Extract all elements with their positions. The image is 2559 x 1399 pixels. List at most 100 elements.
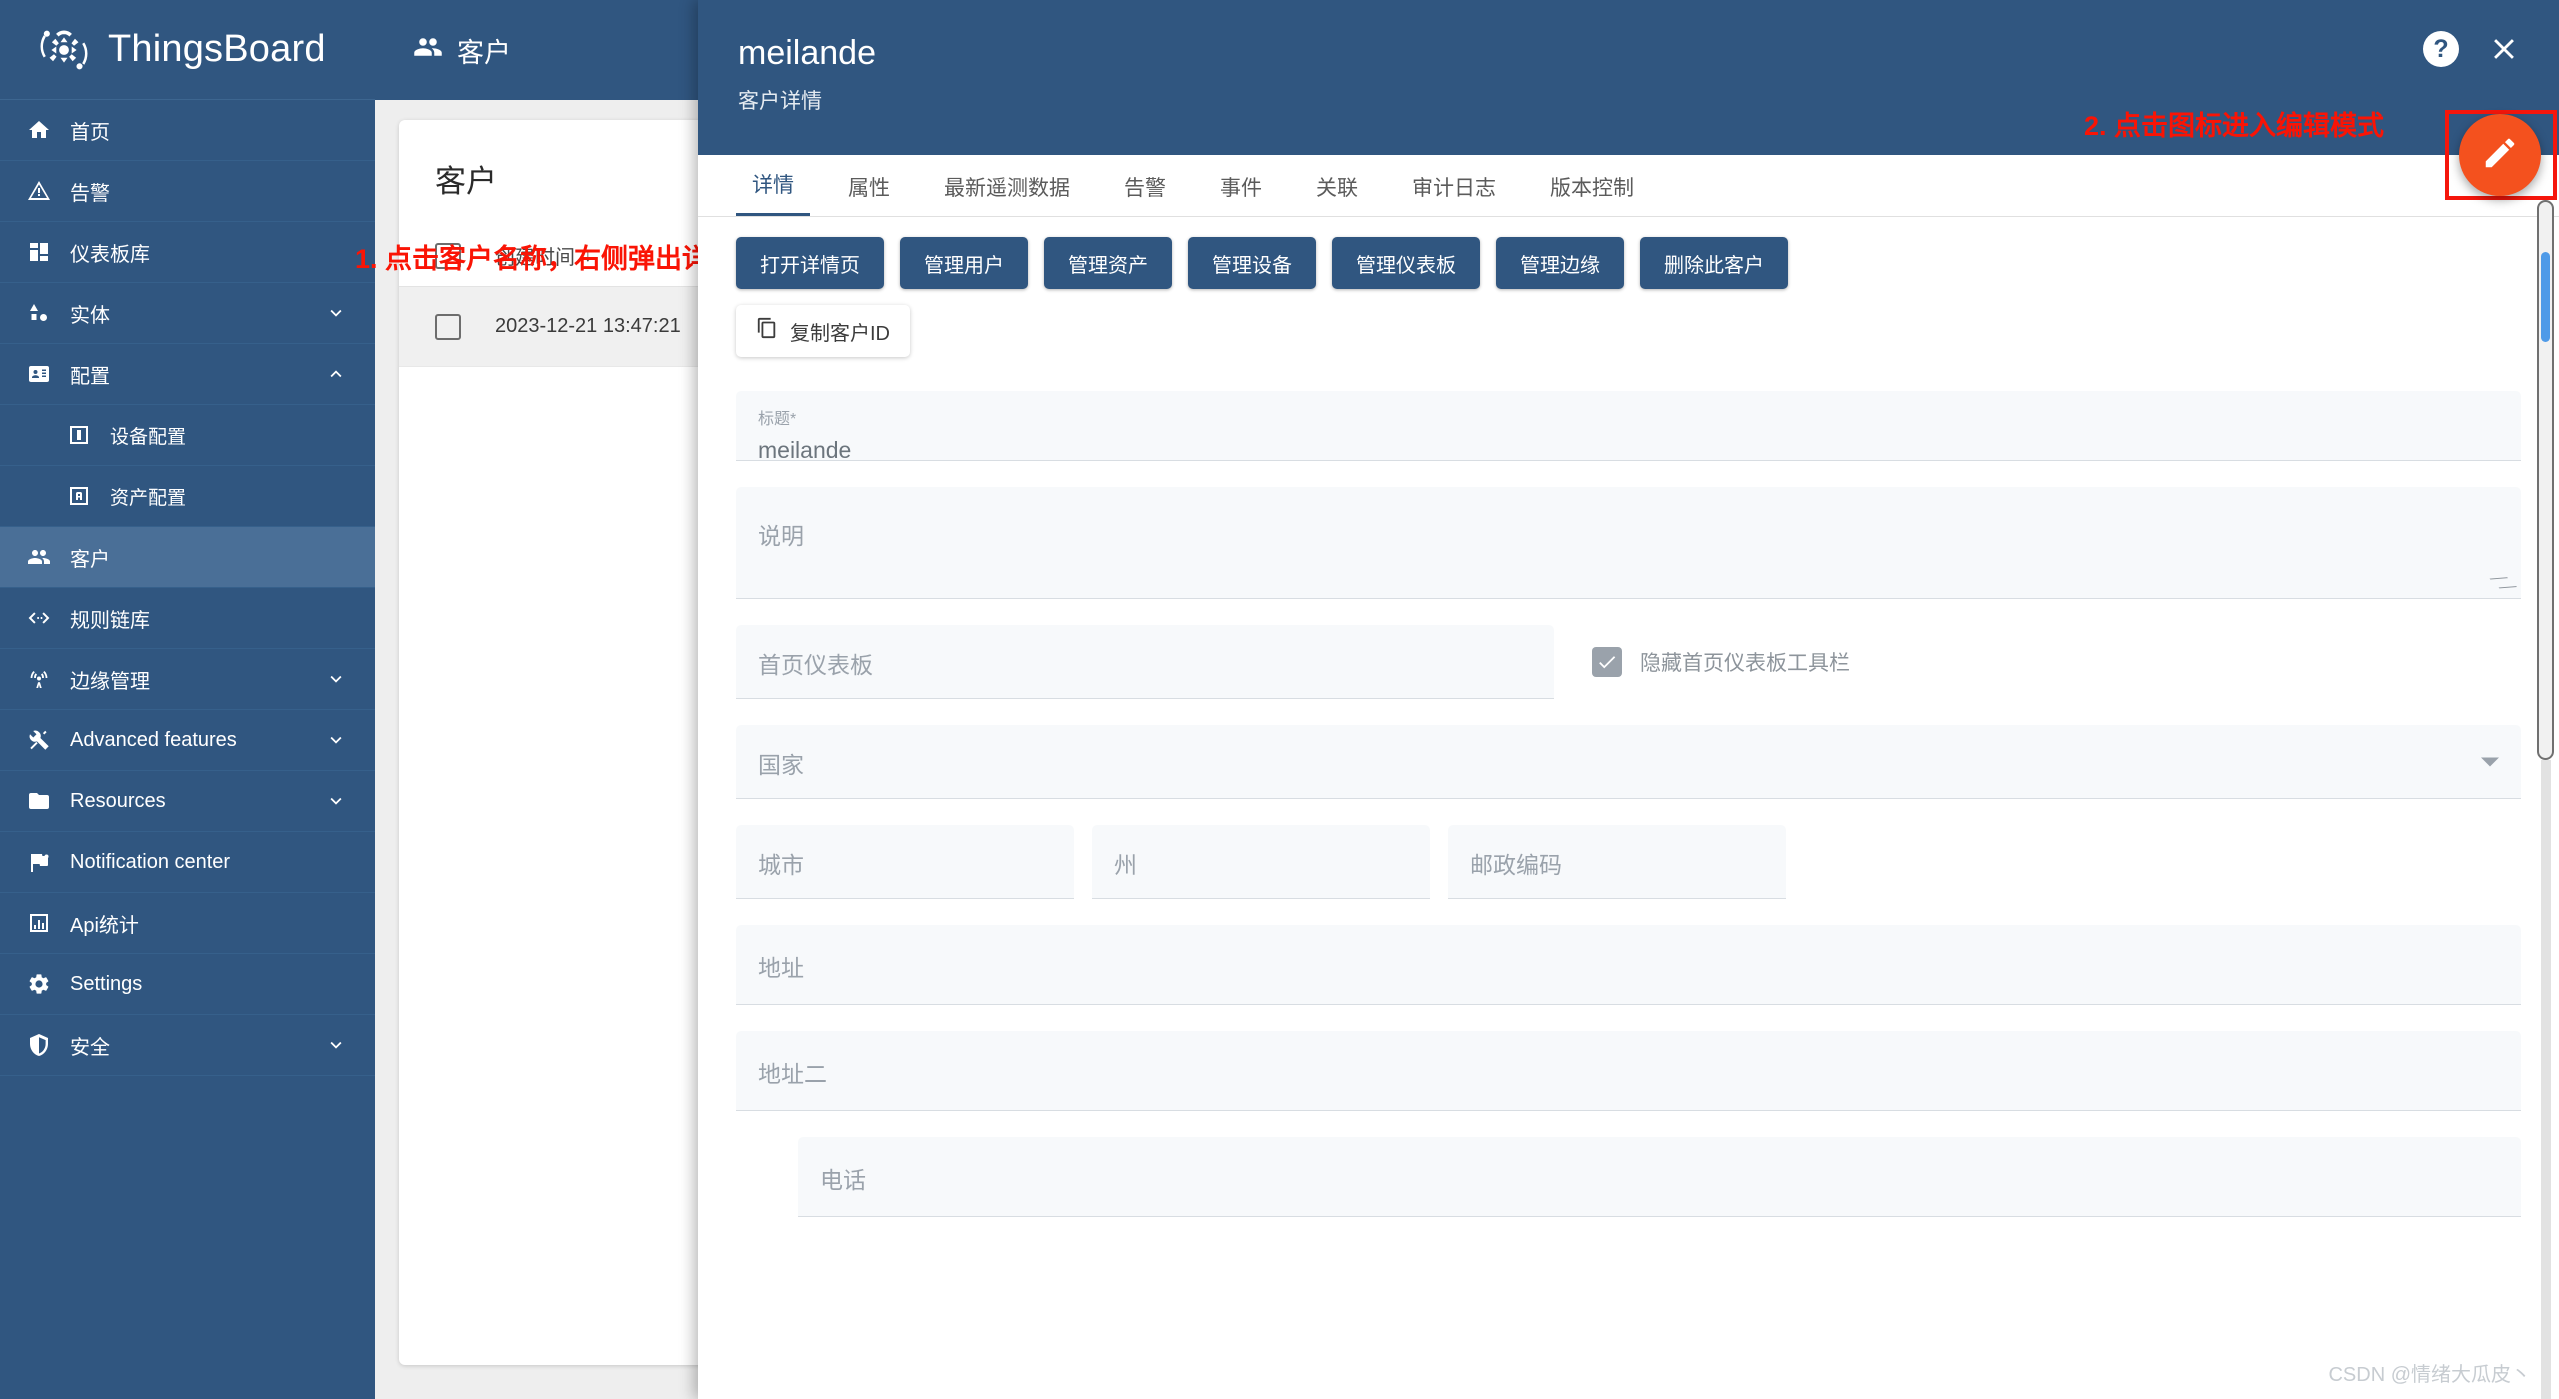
brand-name: ThingsBoard bbox=[108, 28, 326, 70]
hide-toolbar-label: 隐藏首页仪表板工具栏 bbox=[1640, 652, 1850, 675]
sidebar-nav-list: 首页 告警 仪表板库 实体配置设备配置资产配置客户规则链库边缘管理 Advanced f… bbox=[0, 100, 375, 1076]
city-placeholder: 城市 bbox=[758, 851, 804, 878]
sidebar-item-告警[interactable]: 告警 bbox=[0, 161, 375, 222]
sidebar-item-设备配置[interactable]: 设备配置 bbox=[0, 405, 375, 466]
sidebar-item-客户[interactable]: 客户 bbox=[0, 527, 375, 588]
chevron-down-icon[interactable] bbox=[2481, 757, 2499, 766]
panel-action-button-1[interactable]: 管理用户 bbox=[900, 237, 1028, 289]
panel-action-button-2[interactable]: 管理资产 bbox=[1044, 237, 1172, 289]
panel-action-button-4[interactable]: 管理仪表板 bbox=[1332, 237, 1480, 289]
tab-1[interactable]: 属性 bbox=[832, 172, 906, 216]
sidebar-item-边缘管理[interactable]: 边缘管理 bbox=[0, 649, 375, 710]
state-placeholder: 州 bbox=[1114, 851, 1137, 878]
sidebar-item-配置[interactable]: 配置 bbox=[0, 344, 375, 405]
close-icon[interactable] bbox=[2485, 30, 2523, 68]
sidebar-item-settings[interactable]: Settings bbox=[0, 954, 375, 1015]
sidebar-item-advanced-features[interactable]: Advanced features bbox=[0, 710, 375, 771]
tab-2[interactable]: 最新遥测数据 bbox=[928, 172, 1086, 216]
chevron-down-icon[interactable] bbox=[325, 1034, 347, 1056]
chevron-down-icon[interactable] bbox=[325, 668, 347, 690]
panel-action-button-0[interactable]: 打开详情页 bbox=[736, 237, 884, 289]
phone-placeholder: 电话 bbox=[820, 1166, 866, 1193]
dashboard-row: 首页仪表板 隐藏首页仪表板工具栏 bbox=[736, 625, 2521, 699]
address2-field[interactable]: 地址二 bbox=[736, 1031, 2521, 1111]
city-field[interactable]: 城市 bbox=[736, 825, 1074, 899]
customers-people-icon bbox=[26, 544, 52, 570]
address2-placeholder: 地址二 bbox=[758, 1060, 827, 1087]
title-field[interactable]: 标题* meilande bbox=[736, 391, 2521, 463]
watermark: CSDN @情绪大瓜皮丶 bbox=[2328, 1364, 2531, 1386]
sidebar-item-api统计[interactable]: Api统计 bbox=[0, 893, 375, 954]
tab-3[interactable]: 告警 bbox=[1108, 172, 1182, 216]
tab-5[interactable]: 关联 bbox=[1300, 172, 1374, 216]
tab-4[interactable]: 事件 bbox=[1204, 172, 1278, 216]
sidebar-item-label: Settings bbox=[70, 972, 143, 995]
sidebar-item-label: Resources bbox=[70, 789, 166, 812]
sidebar-item-notification-center[interactable]: Notification center bbox=[0, 832, 375, 893]
chevron-down-icon[interactable] bbox=[325, 302, 347, 324]
brand-header[interactable]: ThingsBoard bbox=[0, 0, 375, 100]
sidebar-item-首页[interactable]: 首页 bbox=[0, 100, 375, 161]
tab-7[interactable]: 版本控制 bbox=[1534, 172, 1650, 216]
panel-action-button-6[interactable]: 删除此客户 bbox=[1640, 237, 1788, 289]
chevron-up-icon[interactable] bbox=[325, 363, 347, 385]
sidebar-item-label: 规则链库 bbox=[70, 609, 150, 632]
chevron-down-icon[interactable] bbox=[325, 729, 347, 751]
sidebar-item-resources[interactable]: Resources bbox=[0, 771, 375, 832]
sidebar-item-label: 设备配置 bbox=[110, 426, 187, 448]
home-icon bbox=[26, 117, 52, 143]
panel-title: meilande bbox=[738, 34, 876, 72]
annotation-step-1: 1. 点击客户名称，右侧弹出详情 bbox=[355, 244, 737, 274]
copy-customer-id-button[interactable]: 复制客户ID bbox=[736, 305, 910, 357]
sidebar-item-label: 资产配置 bbox=[110, 487, 187, 509]
country-select-field[interactable]: 国家 bbox=[736, 725, 2521, 799]
city-state-zip-row: 城市 州 邮政编码 bbox=[736, 825, 2521, 899]
dashboard-grid-icon bbox=[26, 239, 52, 265]
entities-shapes-icon bbox=[26, 300, 52, 326]
description-field[interactable]: 说明 ⟋⟋ bbox=[736, 487, 2521, 599]
sidebar-item-label: 边缘管理 bbox=[70, 670, 150, 693]
zip-field[interactable]: 邮政编码 bbox=[1448, 825, 1786, 899]
phone-field[interactable]: 电话 bbox=[798, 1137, 2521, 1217]
asset-profile-icon bbox=[66, 483, 92, 509]
device-profile-icon bbox=[66, 422, 92, 448]
profile-card-icon bbox=[26, 361, 52, 387]
home-dashboard-field[interactable]: 首页仪表板 bbox=[736, 625, 1554, 699]
sidebar-item-label: Notification center bbox=[70, 850, 231, 873]
sidebar-item-label: Api统计 bbox=[70, 914, 139, 937]
resize-handle-icon[interactable]: ⟋⟋ bbox=[2486, 567, 2519, 600]
title-field-value: meilande bbox=[758, 437, 852, 463]
copy-clipboard-icon bbox=[756, 317, 778, 345]
panel-scrollbar[interactable] bbox=[2537, 200, 2554, 760]
panel-scrollbar-thumb[interactable] bbox=[2541, 252, 2550, 342]
address-field[interactable]: 地址 bbox=[736, 925, 2521, 1005]
state-field[interactable]: 州 bbox=[1092, 825, 1430, 899]
hide-toolbar-checkbox-row[interactable]: 隐藏首页仪表板工具栏 bbox=[1572, 625, 2521, 699]
sidebar: ThingsBoard 首页 告警 仪表板库 实体配置设备配置资产配置客户规则链库边缘… bbox=[0, 0, 375, 1399]
sidebar-item-规则链库[interactable]: 规则链库 bbox=[0, 588, 375, 649]
sidebar-item-安全[interactable]: 安全 bbox=[0, 1015, 375, 1076]
row-checkbox[interactable] bbox=[435, 313, 461, 340]
tab-0[interactable]: 详情 bbox=[736, 169, 810, 216]
bar-chart-icon bbox=[26, 910, 52, 936]
sidebar-item-资产配置[interactable]: 资产配置 bbox=[0, 466, 375, 527]
customers-people-icon bbox=[413, 32, 443, 69]
tab-6[interactable]: 审计日志 bbox=[1396, 172, 1512, 216]
panel-scrollbar-track-lower[interactable] bbox=[2541, 760, 2551, 1399]
panel-tabs: 详情 属性 最新遥测数据 告警 事件 关联 审计日志 版本控制 bbox=[698, 155, 2559, 217]
chevron-down-icon[interactable] bbox=[325, 790, 347, 812]
customer-details-panel: meilande 客户详情 ? 2. 点击图标进入编辑模式 详情 属性 最新遥测数据… bbox=[698, 0, 2559, 1399]
sidebar-item-仪表板库[interactable]: 仪表板库 bbox=[0, 222, 375, 283]
panel-action-button-5[interactable]: 管理边缘 bbox=[1496, 237, 1624, 289]
pencil-icon bbox=[2481, 134, 2519, 177]
annotation-step-2: 2. 点击图标进入编辑模式 bbox=[2083, 111, 2384, 141]
phone-row: 电话 bbox=[736, 1137, 2521, 1217]
sidebar-item-label: Advanced features bbox=[70, 728, 237, 751]
hide-toolbar-checkbox[interactable] bbox=[1592, 647, 1622, 677]
edit-fab-button[interactable] bbox=[2459, 114, 2541, 196]
customer-details-form: 标题* meilande 说明 ⟋⟋ 首页仪表板 隐藏首页仪表板工具栏 国家 城… bbox=[698, 357, 2559, 1217]
sidebar-item-实体[interactable]: 实体 bbox=[0, 283, 375, 344]
sidebar-item-label: 配置 bbox=[70, 365, 110, 388]
help-button[interactable]: ? bbox=[2423, 31, 2459, 67]
panel-action-button-3[interactable]: 管理设备 bbox=[1188, 237, 1316, 289]
